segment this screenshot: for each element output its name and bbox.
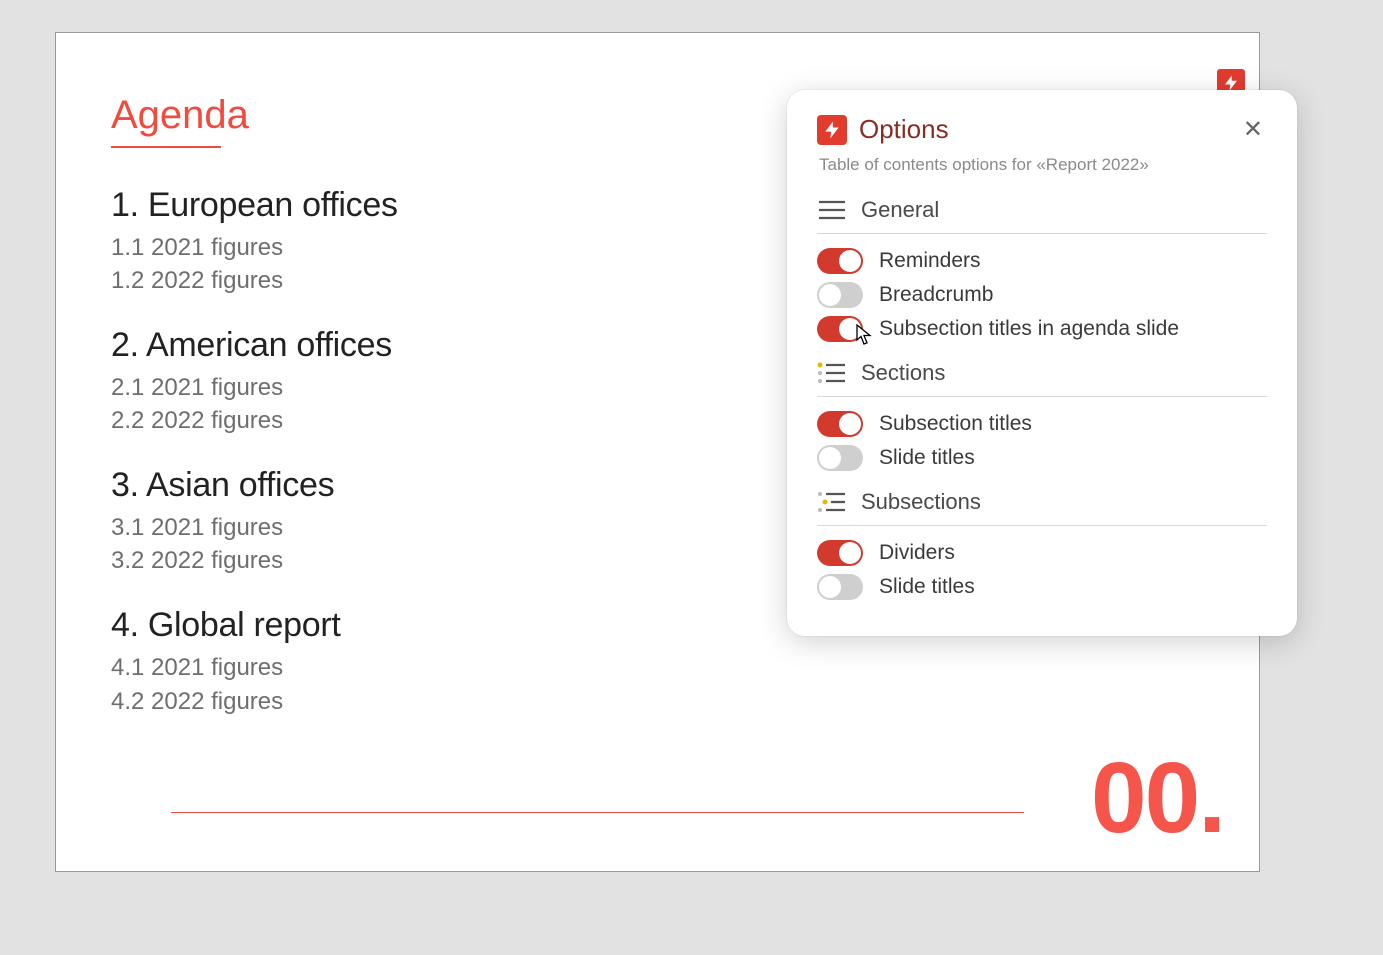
subsection: 4.1 2021 figures xyxy=(111,651,1204,685)
option-breadcrumb: Breadcrumb xyxy=(817,282,1267,308)
option-label: Subsection titles xyxy=(879,412,1032,436)
subsection: 4.2 2022 figures xyxy=(111,685,1204,719)
hamburger-icon xyxy=(817,198,847,222)
option-dividers: Dividers xyxy=(817,540,1267,566)
option-label: Dividers xyxy=(879,541,955,565)
group-label: Sections xyxy=(861,360,945,386)
option-label: Subsection titles in agenda slide xyxy=(879,317,1179,341)
toggle-slide-titles-subsections[interactable] xyxy=(817,574,863,600)
option-subsection-titles: Subsection titles xyxy=(817,411,1267,437)
toggle-subsection-titles-agenda[interactable] xyxy=(817,316,863,342)
panel-title: Options xyxy=(859,114,1227,145)
title-underline xyxy=(111,146,221,148)
toggle-breadcrumb[interactable] xyxy=(817,282,863,308)
option-subsection-titles-agenda: Subsection titles in agenda slide xyxy=(817,316,1267,342)
group-label: General xyxy=(861,197,939,223)
group-general: General Reminders Breadcrumb Subsection … xyxy=(817,197,1267,342)
toggle-dividers[interactable] xyxy=(817,540,863,566)
option-label: Slide titles xyxy=(879,575,975,599)
bolt-icon xyxy=(817,115,847,145)
group-sections: Sections Subsection titles Slide titles xyxy=(817,360,1267,471)
toggle-subsection-titles[interactable] xyxy=(817,411,863,437)
panel-subtitle: Table of contents options for «Report 20… xyxy=(819,155,1267,175)
option-slide-titles-sections: Slide titles xyxy=(817,445,1267,471)
option-slide-titles-subsections: Slide titles xyxy=(817,574,1267,600)
list-bullet-icon xyxy=(817,361,847,385)
slide-number: 00. xyxy=(1091,741,1224,856)
toggle-reminders[interactable] xyxy=(817,248,863,274)
list-sub-bullet-icon xyxy=(817,490,847,514)
slide-baseline xyxy=(171,812,1024,814)
options-panel: Options ✕ Table of contents options for … xyxy=(787,90,1297,636)
group-label: Subsections xyxy=(861,489,981,515)
group-header: Subsections xyxy=(817,489,1267,526)
panel-header: Options ✕ xyxy=(817,114,1267,145)
option-label: Breadcrumb xyxy=(879,283,993,307)
group-subsections: Subsections Dividers Slide titles xyxy=(817,489,1267,600)
option-label: Reminders xyxy=(879,249,981,273)
group-header: General xyxy=(817,197,1267,234)
option-label: Slide titles xyxy=(879,446,975,470)
toggle-slide-titles-sections[interactable] xyxy=(817,445,863,471)
close-icon[interactable]: ✕ xyxy=(1239,116,1267,144)
group-header: Sections xyxy=(817,360,1267,397)
option-reminders: Reminders xyxy=(817,248,1267,274)
